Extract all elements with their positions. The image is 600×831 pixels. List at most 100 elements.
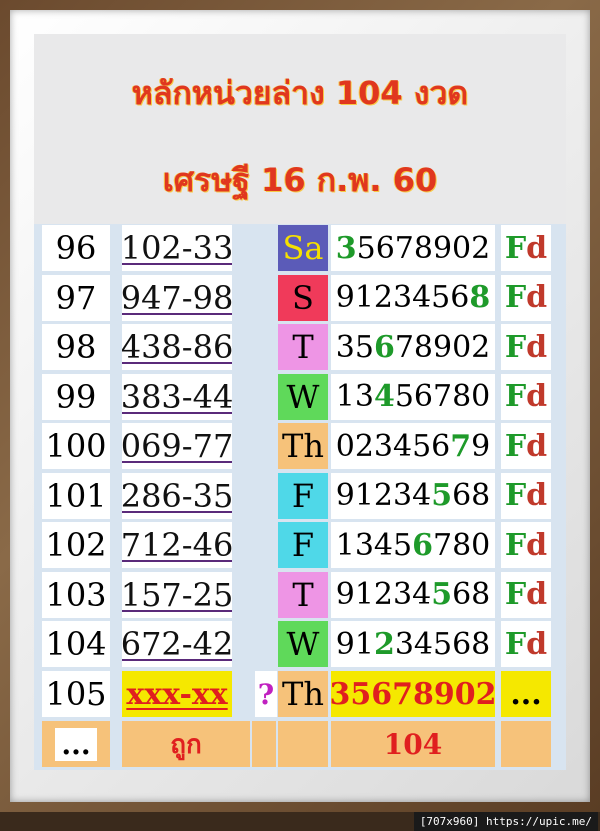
fd-label: Fd	[501, 225, 551, 271]
fd-label: Fd	[501, 373, 551, 420]
fd-d: d	[526, 626, 548, 662]
pair-value: 438-86	[122, 324, 232, 370]
digits-post: 34568	[394, 626, 491, 662]
fd-label: Fd	[501, 522, 551, 568]
summary-blank-1	[252, 721, 276, 767]
row-number: 96	[42, 225, 110, 271]
pair-text: 069-77	[122, 427, 232, 465]
fd-label: Fd	[501, 324, 551, 370]
digits-value: 35678902	[331, 225, 495, 271]
digits-post: 56780	[394, 379, 491, 414]
row-number: 99	[42, 373, 110, 420]
pair-text: 438-86	[122, 328, 232, 366]
digits-post: 78902	[394, 329, 491, 365]
digits-pre: 91234	[335, 577, 432, 612]
table-row: 99 383-44 W 13 4 56780 Fd	[34, 373, 566, 423]
pair-value: 157-25	[122, 571, 232, 618]
digits-highlight: 8	[469, 280, 491, 315]
row-number: 103	[42, 571, 110, 618]
pair-text: 286-35	[122, 476, 232, 515]
digits-value: 13456780	[331, 522, 495, 568]
table-row: 101 286-35 F 91234 5 68 Fd	[34, 472, 566, 522]
pair-text: 157-25	[122, 575, 232, 614]
digits-value: 35678902	[331, 324, 495, 370]
table-row: 97 947-98 S 9123456 8 Fd	[34, 274, 566, 324]
table-row-current: 105 xxx-xx ? Th 35678902 ...	[34, 670, 566, 720]
digits-value: 13456780	[331, 373, 495, 420]
row-number: 105	[42, 671, 110, 717]
digits-pre: 13	[335, 379, 374, 414]
digits-highlight: 3	[335, 230, 357, 266]
table-row: 103 157-25 T 91234 5 68 Fd	[34, 571, 566, 621]
digits-value: 91234568	[331, 472, 495, 519]
pair-text: xxx-xx	[126, 676, 228, 712]
summary-dots: ...	[55, 727, 97, 761]
fd-f: F	[504, 329, 527, 365]
digits-pre: 91	[335, 626, 374, 662]
day-badge: F	[278, 522, 328, 568]
digits-value: 91234568	[331, 274, 495, 321]
fd-f: F	[504, 478, 527, 513]
summary-blank-2	[278, 721, 328, 767]
fd-f: F	[504, 428, 527, 464]
fd-f: F	[504, 527, 527, 563]
digits-pre: 91234	[335, 478, 432, 513]
day-badge: T	[278, 571, 328, 618]
digits-post: 780	[432, 527, 491, 563]
row-number: 100	[42, 423, 110, 469]
question-mark: ?	[255, 671, 277, 717]
table-row: 98 438-86 T 35 6 78902 Fd	[34, 323, 566, 373]
digits-highlight: 6	[373, 329, 395, 365]
pair-value: 069-77	[122, 423, 232, 469]
pair-text: 383-44	[122, 377, 232, 416]
fd-d: d	[526, 329, 548, 365]
digits-post: 68	[452, 577, 491, 612]
digits-value: 91234568	[331, 621, 495, 667]
fd-label: Fd	[501, 274, 551, 321]
day-badge: T	[278, 324, 328, 370]
fd-d: d	[526, 478, 548, 513]
pair-value: 672-42	[122, 621, 232, 667]
summary-blank-3	[501, 721, 551, 767]
digits-highlight: 7	[450, 428, 472, 464]
fd-f: F	[504, 230, 527, 266]
results-table: 96 102-33 Sa 3 5678902 Fd 97 947-98 S 9123456 8 Fd 9…	[34, 224, 566, 770]
fd-label: Fd	[501, 621, 551, 667]
digits-post: 9	[471, 428, 491, 464]
digits-highlight: 4	[373, 379, 395, 414]
fd-f: F	[504, 577, 527, 612]
digits-highlight: 5	[431, 577, 453, 612]
table-row: 100 069-77 Th 023456 7 9 Fd	[34, 422, 566, 472]
fd-d: d	[526, 280, 548, 315]
digits-highlight: 5	[431, 478, 453, 513]
digits-pre: 1345	[335, 527, 413, 563]
digits-pre: 35	[335, 329, 374, 365]
page-title: หลักหน่วยล่าง 104 งวด	[131, 74, 469, 112]
day-badge: F	[278, 472, 328, 519]
fd-label: Fd	[501, 472, 551, 519]
summary-dots-cell: ...	[42, 721, 110, 767]
row-number: 104	[42, 621, 110, 667]
pair-value: 947-98	[122, 274, 232, 321]
day-badge: W	[278, 373, 328, 420]
summary-row: ... ถูก 104	[34, 720, 566, 770]
watermark: [707x960] https://upic.me/	[413, 812, 598, 831]
fd-d: d	[526, 428, 548, 464]
pair-value: 286-35	[122, 472, 232, 519]
table-row: 102 712-46 F 1345 6 780 Fd	[34, 521, 566, 571]
fd-d: d	[526, 577, 548, 612]
pair-text: 102-33	[122, 229, 232, 267]
digits-pre: 9123456	[335, 280, 470, 315]
fd-f: F	[504, 626, 527, 662]
fd-label: Fd	[501, 423, 551, 469]
digits-value: 91234568	[331, 571, 495, 618]
day-badge: S	[278, 274, 328, 321]
fd-d: d	[526, 230, 548, 266]
fd-placeholder: ...	[501, 671, 551, 717]
day-badge: W	[278, 621, 328, 667]
pair-text: 947-98	[122, 278, 232, 317]
digits-highlight: 6	[412, 527, 433, 563]
pair-value: xxx-xx	[122, 671, 232, 717]
pair-text: 712-46	[122, 526, 232, 564]
fd-f: F	[504, 379, 527, 414]
